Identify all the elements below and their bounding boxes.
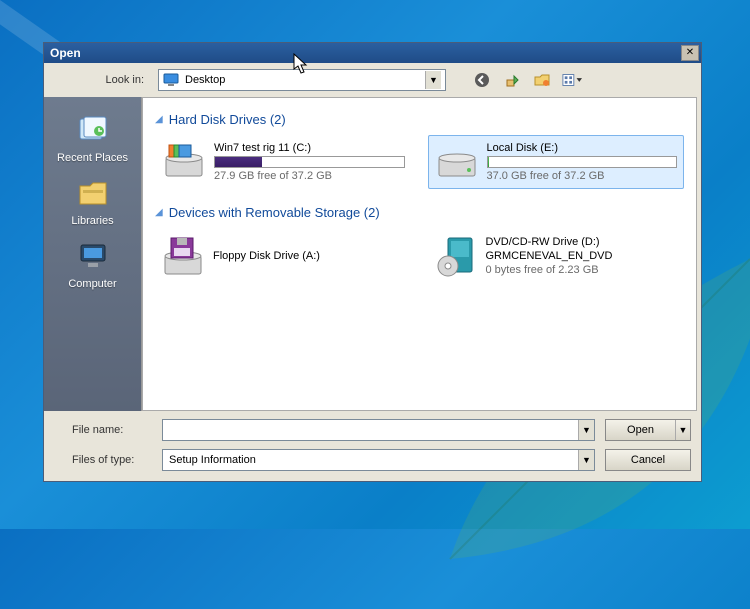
floppy-icon bbox=[161, 234, 205, 278]
back-button[interactable] bbox=[472, 70, 492, 90]
dialog-bottom: File name: ▼ Open ▼ Files of type: Setup… bbox=[44, 411, 701, 481]
lookin-dropdown-arrow[interactable]: ▼ bbox=[425, 71, 441, 89]
close-button[interactable]: ✕ bbox=[681, 45, 699, 61]
open-dialog: Open ✕ Look in: Desktop ▼ bbox=[43, 42, 702, 482]
filetype-combo[interactable]: Setup Information ▼ bbox=[162, 449, 595, 471]
sidebar-item-label: Computer bbox=[44, 278, 141, 290]
open-button[interactable]: Open ▼ bbox=[605, 419, 691, 441]
device-item[interactable]: Floppy Disk Drive (A:) bbox=[155, 228, 412, 284]
drive-item[interactable]: Local Disk (E:) 37.0 GB free of 37.2 GB bbox=[428, 135, 685, 189]
computer-icon bbox=[76, 239, 110, 273]
dropdown-arrow-icon[interactable]: ▼ bbox=[578, 450, 594, 470]
group-header-removable[interactable]: ◢ Devices with Removable Storage (2) bbox=[155, 205, 684, 220]
cancel-button-label: Cancel bbox=[631, 450, 665, 470]
hdd-icon bbox=[435, 142, 479, 180]
open-button-label: Open bbox=[606, 420, 676, 440]
drive-usage-bar bbox=[487, 156, 678, 168]
titlebar[interactable]: Open ✕ bbox=[44, 43, 701, 63]
open-split-arrow[interactable]: ▼ bbox=[676, 420, 690, 440]
device-name: Floppy Disk Drive (A:) bbox=[213, 250, 320, 262]
drive-free-text: 37.0 GB free of 37.2 GB bbox=[487, 170, 678, 182]
device-label: GRMCENEVAL_EN_DVD bbox=[486, 250, 613, 262]
lookin-label: Look in: bbox=[54, 74, 144, 86]
device-item[interactable]: DVD/CD-RW Drive (D:) GRMCENEVAL_EN_DVD 0… bbox=[428, 228, 685, 284]
up-button[interactable] bbox=[502, 70, 522, 90]
desktop-icon bbox=[163, 72, 179, 88]
group-title: Devices with Removable Storage (2) bbox=[169, 205, 380, 220]
filename-label: File name: bbox=[54, 424, 152, 436]
sidebar-item-libraries[interactable]: Libraries bbox=[44, 172, 141, 231]
cancel-button[interactable]: Cancel bbox=[605, 449, 691, 471]
places-bar: Recent Places Libraries Computer bbox=[44, 97, 142, 411]
new-folder-button[interactable] bbox=[532, 70, 552, 90]
drive-name: Local Disk (E:) bbox=[487, 142, 678, 154]
sidebar-item-label: Libraries bbox=[44, 215, 141, 227]
file-list-area[interactable]: ◢ Hard Disk Drives (2) Win7 test rig 11 … bbox=[142, 97, 697, 411]
sidebar-item-label: Recent Places bbox=[44, 152, 141, 164]
device-free-text: 0 bytes free of 2.23 GB bbox=[486, 264, 613, 276]
hdd-icon bbox=[162, 142, 206, 180]
view-menu-button[interactable] bbox=[562, 70, 582, 90]
group-title: Hard Disk Drives (2) bbox=[169, 112, 286, 127]
device-name: DVD/CD-RW Drive (D:) bbox=[486, 236, 613, 248]
filetype-label: Files of type: bbox=[54, 454, 152, 466]
drive-name: Win7 test rig 11 (C:) bbox=[214, 142, 405, 154]
recent-places-icon bbox=[76, 113, 110, 147]
dvd-drive-icon bbox=[434, 234, 478, 278]
sidebar-item-computer[interactable]: Computer bbox=[44, 235, 141, 294]
filetype-value: Setup Information bbox=[163, 454, 578, 466]
chevron-down-icon: ◢ bbox=[155, 114, 163, 125]
lookin-value: Desktop bbox=[185, 74, 425, 86]
drive-item[interactable]: Win7 test rig 11 (C:) 27.9 GB free of 37… bbox=[155, 135, 412, 189]
libraries-icon bbox=[76, 176, 110, 210]
dropdown-arrow-icon[interactable]: ▼ bbox=[578, 420, 594, 440]
lookin-combo[interactable]: Desktop ▼ bbox=[158, 69, 446, 91]
drive-usage-bar bbox=[214, 156, 405, 168]
group-header-hdd[interactable]: ◢ Hard Disk Drives (2) bbox=[155, 112, 684, 127]
drive-free-text: 27.9 GB free of 37.2 GB bbox=[214, 170, 405, 182]
filename-combo[interactable]: ▼ bbox=[162, 419, 595, 441]
toolbar: Look in: Desktop ▼ bbox=[44, 63, 701, 97]
sidebar-item-recent[interactable]: Recent Places bbox=[44, 109, 141, 168]
dialog-title: Open bbox=[50, 46, 681, 60]
chevron-down-icon: ◢ bbox=[155, 207, 163, 218]
